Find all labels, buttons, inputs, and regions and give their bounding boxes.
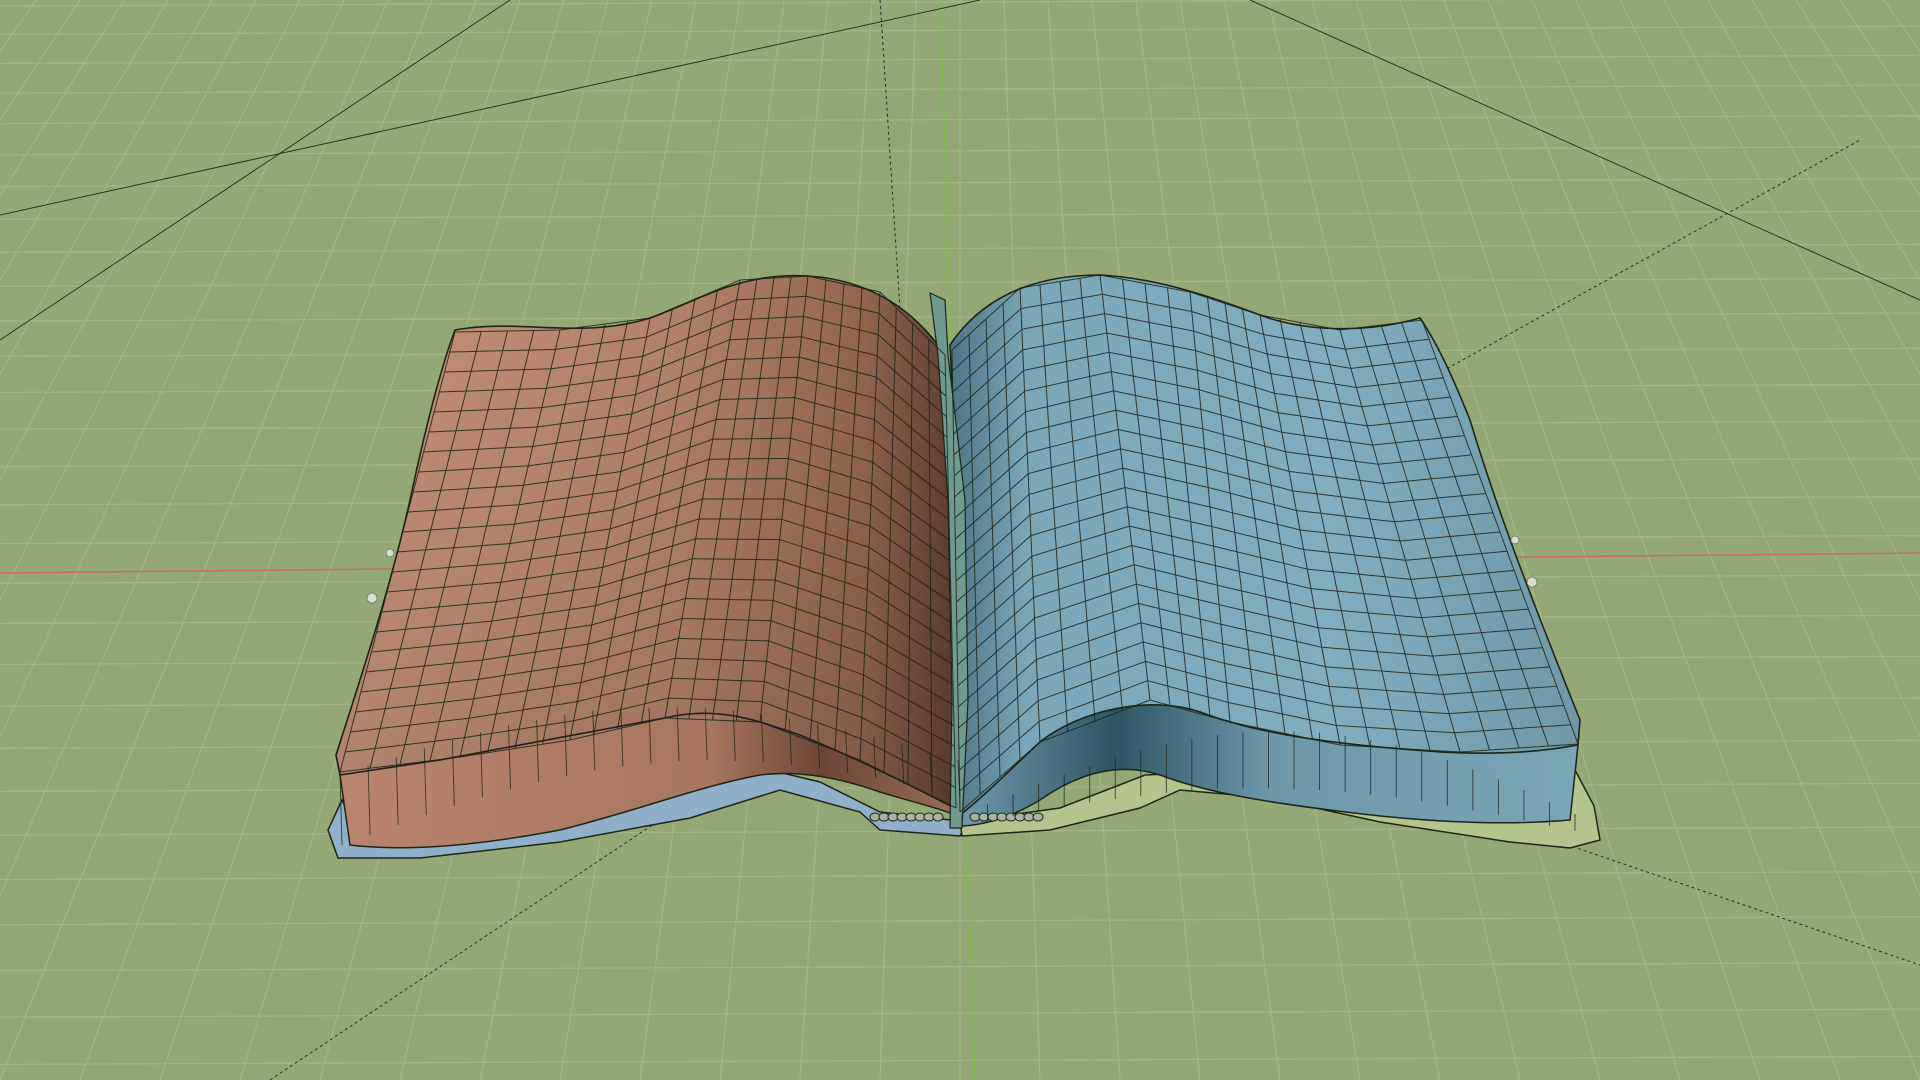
viewport-canvas[interactable] (0, 0, 1920, 1080)
grid-line (0, 0, 433, 1080)
grid-line (0, 0, 125, 197)
grid-line (0, 0, 345, 739)
grid-line (0, 0, 169, 282)
grid-line (0, 0, 301, 602)
bead (932, 812, 944, 822)
3d-viewport[interactable] (0, 0, 1920, 1080)
grid-line (0, 0, 389, 897)
open-book-model[interactable] (327, 274, 1601, 859)
grid-line (0, 0, 257, 482)
bead (1032, 812, 1044, 822)
grid-line (1751, 0, 1920, 282)
grid-line (1839, 0, 1920, 122)
grid-line (0, 0, 213, 376)
grid-line (1795, 0, 1920, 197)
grid-line (0, 0, 81, 122)
